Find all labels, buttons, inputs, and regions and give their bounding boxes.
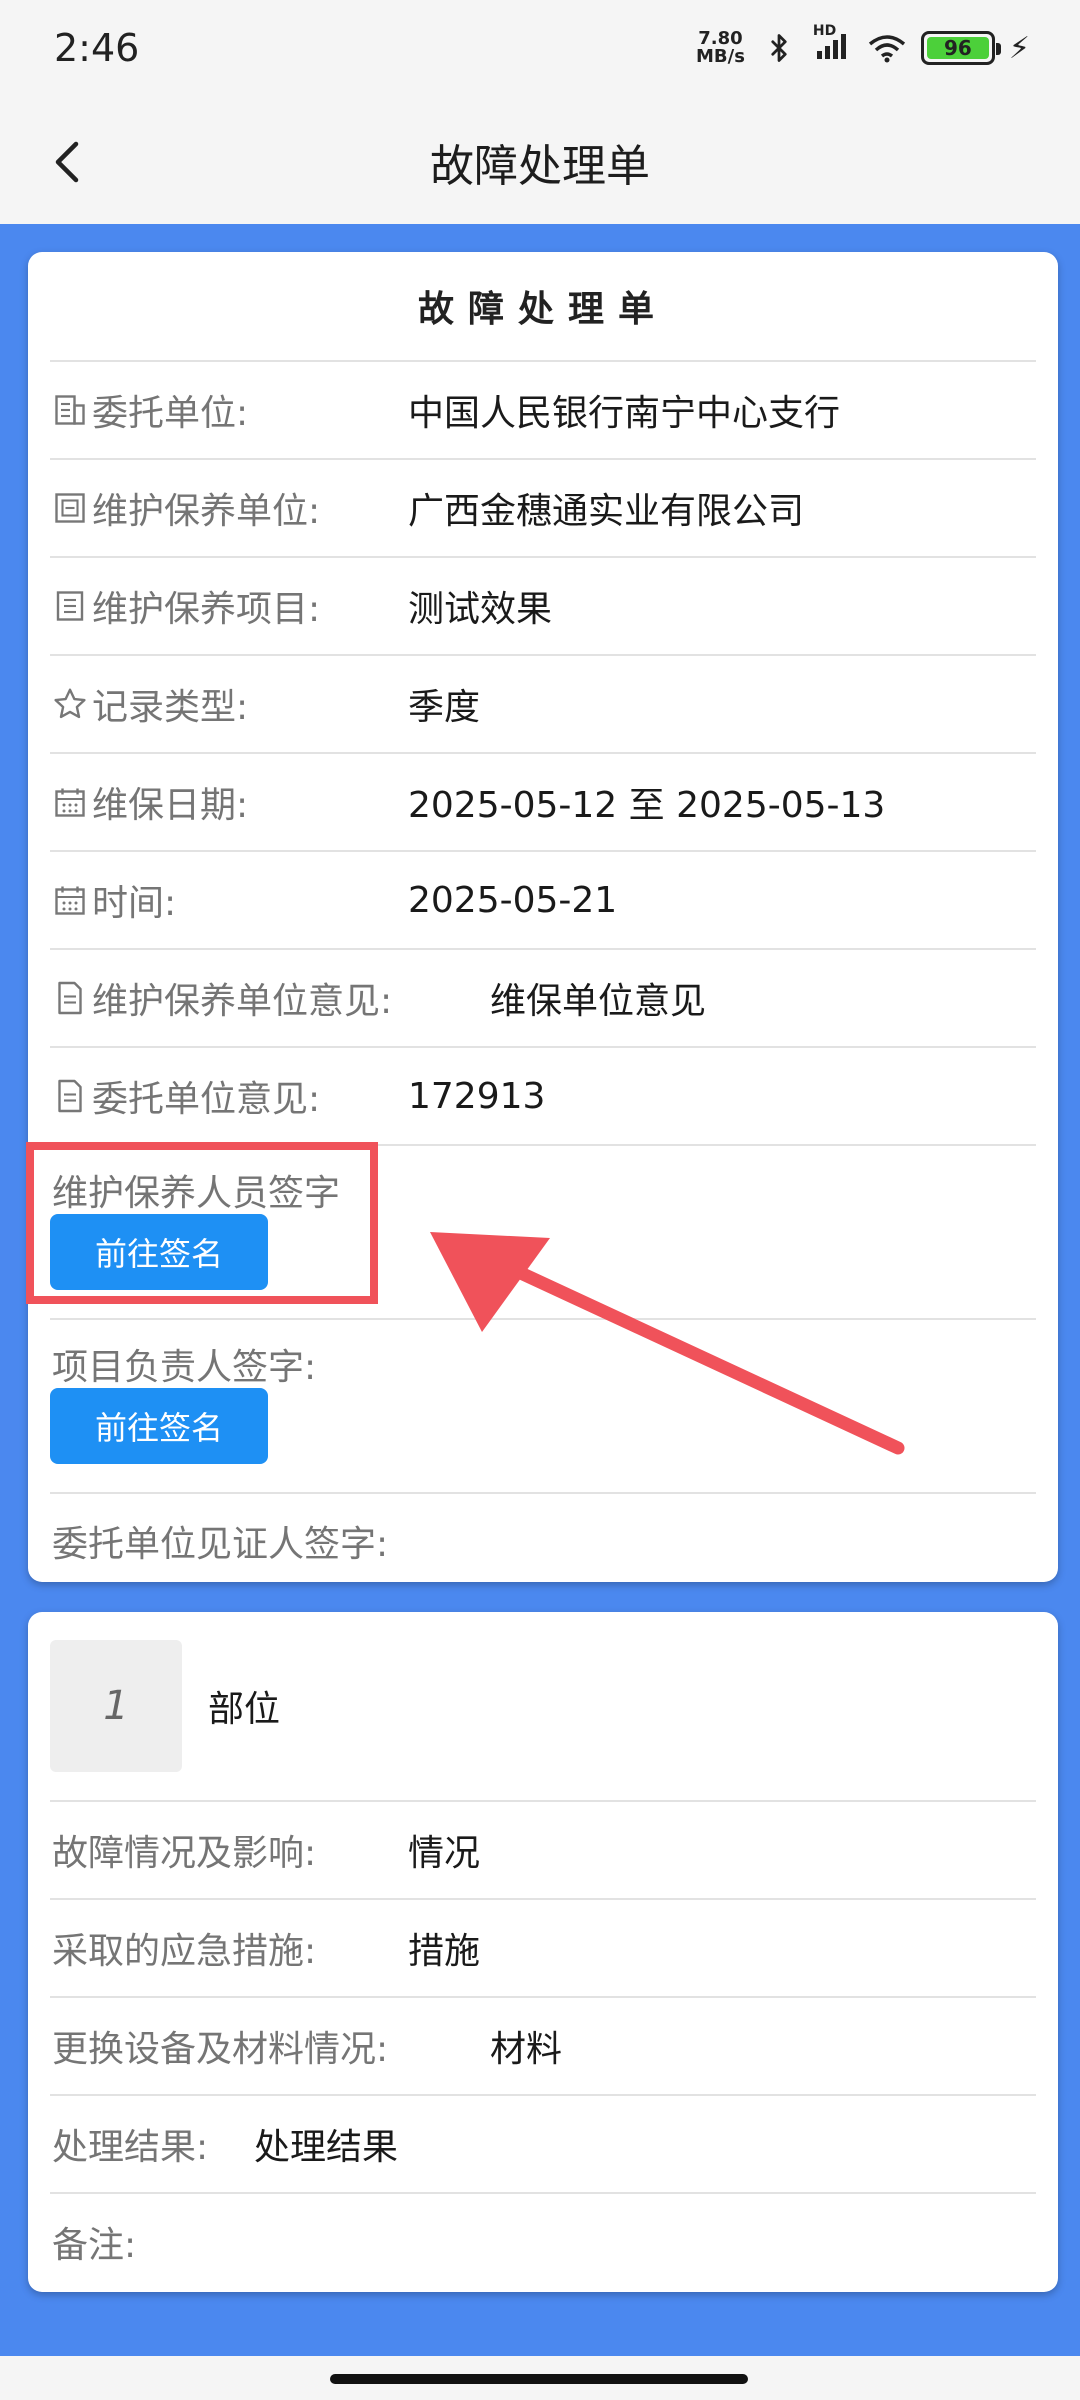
row-value: 措施 xyxy=(408,1931,481,1972)
back-icon[interactable] xyxy=(38,132,98,192)
part-name: 部位 xyxy=(208,1689,281,1730)
row-value: 172913 xyxy=(408,1075,546,1117)
calendar-icon xyxy=(55,788,85,817)
row-maintenance-item: 维护保养项目: 测试效果 xyxy=(50,556,1036,654)
row-label: 更换设备及材料情况: xyxy=(52,2029,389,2070)
row-value: 处理结果 xyxy=(254,2127,399,2168)
org-icon xyxy=(55,493,85,523)
row-emergency-measures: 采取的应急措施: 措施 xyxy=(50,1898,1036,1996)
row-value: 2025-05-12 至 2025-05-13 xyxy=(408,785,886,826)
row-value: 测试效果 xyxy=(408,589,553,630)
calendar-icon xyxy=(55,886,85,915)
home-indicator[interactable] xyxy=(330,2374,748,2384)
row-label: 维护保养单位意见: xyxy=(92,981,393,1022)
page-title: 故障处理单 xyxy=(430,141,650,192)
row-client-opinion: 委托单位意见: 172913 xyxy=(50,1046,1036,1144)
row-maintenance-opinion: 维护保养单位意见: 维保单位意见 xyxy=(50,948,1036,1046)
row-label: 采取的应急措施: xyxy=(52,1931,317,1972)
row-value: 季度 xyxy=(408,687,481,728)
row-fault-impact: 故障情况及影响: 情况 xyxy=(50,1800,1036,1898)
part-header: 1 部位 xyxy=(28,1612,1058,1800)
charging-icon: ⚡ xyxy=(1008,30,1030,66)
row-label: 维护保养项目: xyxy=(92,589,321,630)
wifi-icon xyxy=(868,35,906,63)
status-icons: 7.80 MB/s HD 96 ⚡ xyxy=(696,23,1030,67)
signature-label: 项目负责人签字: xyxy=(52,1347,317,1388)
document-icon xyxy=(58,981,82,1015)
row-time: 时间: 2025-05-21 xyxy=(50,850,1036,948)
manager-sign-button[interactable]: 前往签名 xyxy=(50,1388,268,1464)
row-value: 中国人民银行南宁中心支行 xyxy=(408,393,841,434)
cell-signal-icon: HD xyxy=(813,23,853,65)
building-icon xyxy=(55,395,85,425)
row-value: 广西金穗通实业有限公司 xyxy=(408,491,805,532)
home-bar xyxy=(0,2356,1080,2400)
part-number: 1 xyxy=(50,1640,182,1772)
status-bar: 2:46 7.80 MB/s HD 96 ⚡ xyxy=(0,0,1080,100)
star-icon xyxy=(54,688,86,719)
list-icon xyxy=(56,591,84,621)
row-replacement-material: 更换设备及材料情况: 材料 xyxy=(50,1996,1036,2094)
row-maintenance-unit: 维护保养单位: 广西金穗通实业有限公司 xyxy=(50,458,1036,556)
status-time: 2:46 xyxy=(54,26,140,70)
annotation-highlight-box xyxy=(26,1142,378,1304)
battery-icon: 96 xyxy=(920,31,1001,65)
row-client-unit: 委托单位: 中国人民银行南宁中心支行 xyxy=(50,360,1036,458)
annotation-arrow-icon xyxy=(430,1232,905,1455)
row-label: 处理结果: xyxy=(52,2127,209,2168)
row-label: 维护保养单位: xyxy=(92,491,321,532)
row-label: 维保日期: xyxy=(92,785,249,826)
bluetooth-icon xyxy=(771,34,787,62)
row-label: 委托单位: xyxy=(92,393,249,434)
net-speed: 7.80 MB/s xyxy=(696,28,745,67)
row-value: 2025-05-21 xyxy=(408,879,618,921)
row-label: 备注: xyxy=(52,2225,137,2266)
row-label: 委托单位意见: xyxy=(92,1079,321,1120)
row-maintenance-date: 维保日期: 2025-05-12 至 2025-05-13 xyxy=(50,752,1036,850)
row-label: 时间: xyxy=(92,883,177,924)
row-result: 处理结果: 处理结果 xyxy=(50,2094,1036,2192)
row-label: 故障情况及影响: xyxy=(52,1833,317,1874)
row-value: 材料 xyxy=(490,2029,563,2070)
row-witness-signature: 委托单位见证人签字: xyxy=(50,1492,1036,1588)
signature-label: 委托单位见证人签字: xyxy=(52,1524,389,1565)
form-title: 故障处理单 xyxy=(417,289,668,330)
row-label: 记录类型: xyxy=(92,687,249,728)
row-record-type: 记录类型: 季度 xyxy=(50,654,1036,752)
row-remark: 备注: xyxy=(50,2192,1036,2290)
part-card: 1 部位 故障情况及影响: 情况 采取的应急措施: 措施 更换设备及材料情况: … xyxy=(28,1612,1058,2292)
nav-bar: 故障处理单 xyxy=(0,100,1080,224)
document-icon xyxy=(58,1079,82,1113)
row-value: 维保单位意见 xyxy=(490,981,707,1022)
row-value: 情况 xyxy=(408,1833,481,1874)
